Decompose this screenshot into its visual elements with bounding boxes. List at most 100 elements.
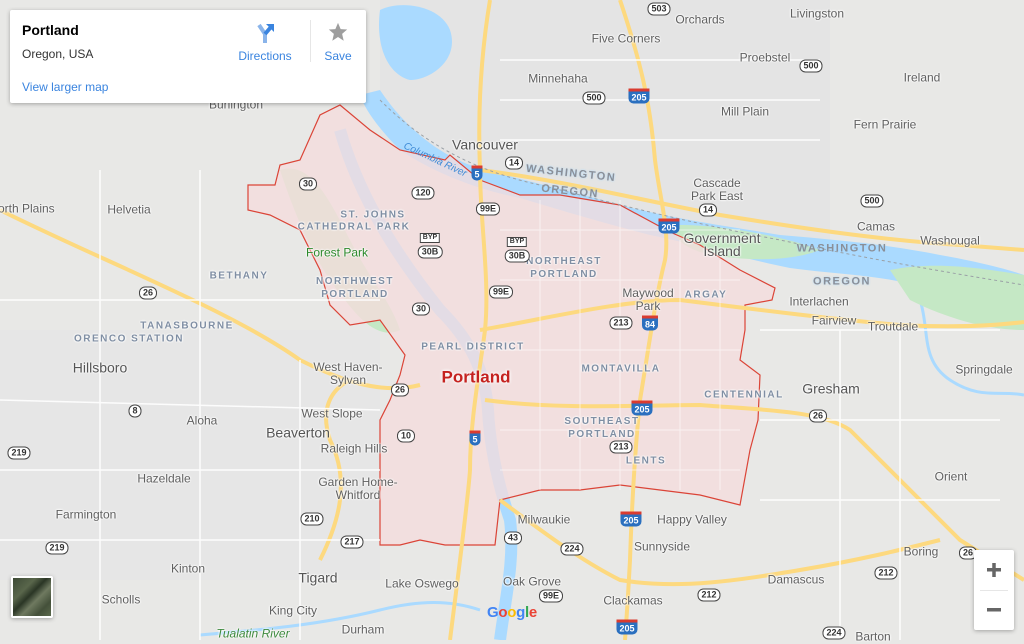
label-aloha[interactable]: Aloha <box>187 414 218 428</box>
shield-99e-c: 99E <box>538 589 564 603</box>
label-fairview[interactable]: Fairview <box>812 314 857 328</box>
directions-label: Directions <box>238 49 292 63</box>
label-centennial[interactable]: CENTENNIAL <box>704 389 783 402</box>
shield-14-a: 14 <box>504 156 524 170</box>
label-lents[interactable]: LENTS <box>626 455 666 468</box>
shield-30b-a: 30B <box>417 245 443 259</box>
shield-500-c: 500 <box>860 194 884 208</box>
label-northeast-portland[interactable]: NORTHEAST PORTLAND <box>524 255 604 281</box>
label-orient[interactable]: Orient <box>935 470 968 484</box>
google-logo-letter: o <box>498 604 508 621</box>
label-minnehaha[interactable]: Minnehaha <box>528 72 587 86</box>
label-montavilla[interactable]: MONTAVILLA <box>581 363 660 376</box>
label-king-city[interactable]: King City <box>269 604 317 618</box>
zoom-in-button[interactable] <box>974 550 1014 590</box>
place-title: Portland <box>22 22 79 38</box>
label-portland[interactable]: Portland <box>442 369 511 386</box>
shield-500-b: 500 <box>799 59 823 73</box>
label-cascade-park-east[interactable]: Cascade Park East <box>682 177 752 203</box>
label-oak-grove[interactable]: Oak Grove <box>503 575 561 589</box>
directions-button[interactable]: Directions <box>232 20 298 66</box>
label-hillsboro[interactable]: Hillsboro <box>73 361 127 375</box>
label-oregon-2: OREGON <box>813 275 871 288</box>
label-proebstel[interactable]: Proebstel <box>740 51 791 65</box>
label-barton[interactable]: Barton <box>855 630 890 644</box>
label-sunnyside[interactable]: Sunnyside <box>634 540 690 554</box>
zoom-out-button[interactable] <box>974 590 1014 630</box>
label-argay[interactable]: ARGAY <box>685 289 728 302</box>
shield-219-a: 219 <box>7 446 31 460</box>
label-cathedral-park[interactable]: CATHEDRAL PARK <box>298 221 411 234</box>
label-interlachen[interactable]: Interlachen <box>789 295 848 309</box>
label-durham[interactable]: Durham <box>342 623 385 637</box>
save-button[interactable]: Save <box>320 20 356 66</box>
label-gresham[interactable]: Gresham <box>802 382 860 396</box>
label-orenco-station[interactable]: ORENCO STATION <box>74 333 184 346</box>
label-maywood-park[interactable]: Maywood Park <box>613 287 683 313</box>
satellite-toggle-button[interactable] <box>11 576 53 618</box>
shield-224-a: 224 <box>560 542 584 556</box>
place-info-card: Portland Oregon, USA View larger map Dir… <box>10 10 366 103</box>
label-pearl-district[interactable]: PEARL DISTRICT <box>421 341 525 354</box>
label-livingston[interactable]: Livingston <box>790 7 844 21</box>
shield-213-b: 213 <box>609 440 633 454</box>
view-larger-map-link[interactable]: View larger map <box>22 80 108 94</box>
minus-icon <box>987 608 1001 612</box>
shield-500-a: 500 <box>582 91 606 105</box>
label-northwest-portland[interactable]: NORTHWEST PORTLAND <box>315 275 395 301</box>
google-logo: Google <box>487 604 537 621</box>
shield-120: 120 <box>411 186 435 200</box>
label-farmington[interactable]: Farmington <box>56 508 117 522</box>
label-troutdale[interactable]: Troutdale <box>868 320 918 334</box>
label-government-island[interactable]: Government Island <box>677 231 767 258</box>
label-damascus[interactable]: Damascus <box>768 573 825 587</box>
label-five-corners[interactable]: Five Corners <box>592 32 661 46</box>
label-orchards[interactable]: Orchards <box>675 13 724 27</box>
label-raleigh-hills[interactable]: Raleigh Hills <box>321 442 388 456</box>
google-logo-letter: e <box>528 604 537 621</box>
shield-30-b: 30 <box>411 302 431 316</box>
label-washougal[interactable]: Washougal <box>920 234 980 248</box>
shield-210: 210 <box>300 512 324 526</box>
shield-213-a: 213 <box>609 316 633 330</box>
label-springdale[interactable]: Springdale <box>955 363 1012 377</box>
google-logo-letter: g <box>516 604 525 621</box>
label-vancouver[interactable]: Vancouver <box>452 138 518 152</box>
label-southeast-portland[interactable]: SOUTHEAST PORTLAND <box>562 415 642 441</box>
label-clackamas[interactable]: Clackamas <box>603 594 662 608</box>
interstate-205-c: 205 <box>631 400 653 416</box>
save-label: Save <box>324 49 352 63</box>
label-helvetia[interactable]: Helvetia <box>107 203 150 217</box>
label-kinton[interactable]: Kinton <box>171 562 205 576</box>
label-happy-valley[interactable]: Happy Valley <box>657 513 727 527</box>
shield-99e-b: 99E <box>488 285 514 299</box>
label-tanasbourne[interactable]: TANASBOURNE <box>140 320 234 333</box>
label-lake-oswego[interactable]: Lake Oswego <box>385 577 458 591</box>
shield-219-b: 219 <box>45 541 69 555</box>
label-camas[interactable]: Camas <box>857 220 895 234</box>
plus-icon <box>987 563 1001 577</box>
label-north-plains[interactable]: North Plains <box>0 202 55 216</box>
interstate-205-b: 205 <box>658 218 680 234</box>
shield-30b-b: 30B <box>504 249 530 263</box>
label-beaverton[interactable]: Beaverton <box>266 426 330 440</box>
shield-212-b: 212 <box>874 566 898 580</box>
label-bethany[interactable]: BETHANY <box>210 270 269 283</box>
label-boring[interactable]: Boring <box>904 545 939 559</box>
label-scholls[interactable]: Scholls <box>102 593 141 607</box>
interstate-205-d: 205 <box>620 511 642 527</box>
label-fern-prairie[interactable]: Fern Prairie <box>854 118 917 132</box>
interstate-205-e: 205 <box>616 619 638 635</box>
shield-503: 503 <box>647 2 671 16</box>
label-milwaukie[interactable]: Milwaukie <box>518 513 571 527</box>
label-hazeldale[interactable]: Hazeldale <box>137 472 190 486</box>
label-west-haven-sylvan[interactable]: West Haven-Sylvan <box>308 361 388 387</box>
label-garden-home-whitford[interactable]: Garden Home-Whitford <box>308 476 408 502</box>
label-west-slope[interactable]: West Slope <box>301 407 362 421</box>
card-divider <box>310 20 311 62</box>
label-tigard[interactable]: Tigard <box>298 571 337 585</box>
label-mill-plain[interactable]: Mill Plain <box>721 105 769 119</box>
label-ireland[interactable]: Ireland <box>904 71 941 85</box>
star-icon <box>328 22 348 41</box>
label-forest-park[interactable]: Forest Park <box>306 246 368 260</box>
